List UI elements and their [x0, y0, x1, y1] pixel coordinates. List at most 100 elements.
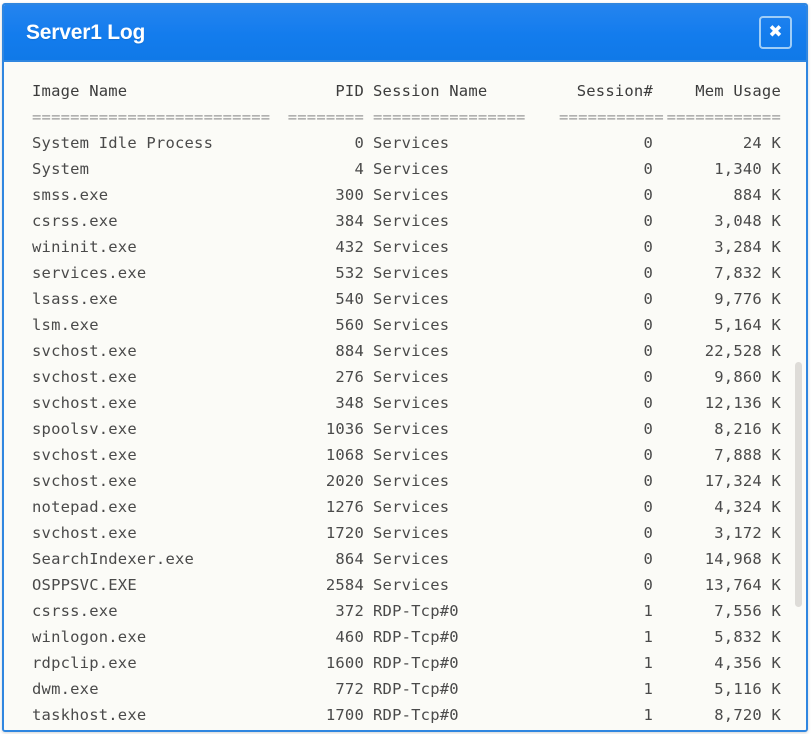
cell-mem-usage: 4,324 K [714, 498, 781, 516]
cell-image-name: OSPPSVC.EXE [32, 576, 137, 594]
cell-session-name: RDP-Tcp#0 [373, 706, 459, 724]
cell-session-number: 0 [643, 446, 653, 464]
close-icon[interactable]: ✖ [759, 16, 792, 49]
window-title: Server1 Log [26, 20, 146, 44]
cell-mem-usage: 1,340 K [714, 160, 781, 178]
cell-session-number: 0 [643, 498, 653, 516]
table-row: svchost.exe 884 Services 0 22,528 K [32, 338, 781, 364]
table-row: wininit.exe 432 Services 0 3,284 K [32, 234, 781, 260]
cell-mem-usage: 8,216 K [714, 420, 781, 438]
cell-mem-usage: 12,136 K [704, 394, 781, 412]
cell-session-name: Services [373, 264, 450, 282]
server-log-window: Server1 Log ✖ Image Name PID Session Name S… [2, 3, 808, 732]
cell-mem-usage: 14,968 K [704, 550, 781, 568]
cell-mem-usage: 17,324 K [704, 472, 781, 490]
cell-pid: 540 [335, 290, 364, 308]
cell-session-name: Services [373, 550, 450, 568]
cell-mem-usage: 13,764 K [704, 576, 781, 594]
table-body: System Idle Process 0 Services 0 24 K System 4… [32, 130, 781, 728]
cell-session-name: Services [373, 212, 450, 230]
cell-mem-usage: 884 K [733, 186, 781, 204]
table-row: winlogon.exe 460 RDP-Tcp#0 1 5,832 K [32, 624, 781, 650]
cell-session-number: 1 [643, 706, 653, 724]
cell-image-name: SearchIndexer.exe [32, 550, 195, 568]
cell-pid: 532 [335, 264, 364, 282]
cell-session-name: Services [373, 472, 450, 490]
table-row: lsm.exe 560 Services 0 5,164 K [32, 312, 781, 338]
window-titlebar: Server1 Log ✖ [4, 5, 806, 62]
cell-mem-usage: 3,048 K [714, 212, 781, 230]
table-row: svchost.exe 276 Services 0 9,860 K [32, 364, 781, 390]
cell-image-name: notepad.exe [32, 498, 137, 516]
console-output-area: Image Name PID Session Name Session# Mem Usa… [4, 62, 806, 730]
cell-image-name: spoolsv.exe [32, 420, 137, 438]
cell-session-name: Services [373, 368, 450, 386]
cell-image-name: svchost.exe [32, 472, 137, 490]
cell-pid: 384 [335, 212, 364, 230]
cell-mem-usage: 3,284 K [714, 238, 781, 256]
console-scrollbar[interactable] [794, 62, 803, 730]
column-header-mem-usage: Mem Usage [695, 82, 781, 100]
table-row: svchost.exe 1068 Services 0 7,888 K [32, 442, 781, 468]
cell-image-name: rdpclip.exe [32, 654, 137, 672]
cell-image-name: services.exe [32, 264, 147, 282]
cell-pid: 4 [354, 160, 364, 178]
cell-pid: 300 [335, 186, 364, 204]
cell-pid: 1720 [325, 524, 364, 542]
separator-pid: ======== [287, 108, 364, 126]
table-row: lsass.exe 540 Services 0 9,776 K [32, 286, 781, 312]
separator-image-name: ========================= [32, 108, 271, 126]
column-header-session-name: Session Name [373, 82, 488, 100]
cell-session-name: Services [373, 446, 450, 464]
cell-session-number: 1 [643, 654, 653, 672]
cell-pid: 884 [335, 342, 364, 360]
cell-session-name: Services [373, 238, 450, 256]
table-row: dwm.exe 772 RDP-Tcp#0 1 5,116 K [32, 676, 781, 702]
cell-session-number: 0 [643, 420, 653, 438]
cell-session-number: 0 [643, 576, 653, 594]
cell-pid: 2020 [325, 472, 364, 490]
cell-image-name: smss.exe [32, 186, 109, 204]
cell-session-number: 0 [643, 134, 653, 152]
cell-image-name: svchost.exe [32, 446, 137, 464]
separator-session-number: =========== [559, 108, 664, 126]
cell-session-number: 0 [643, 238, 653, 256]
cell-session-number: 0 [643, 212, 653, 230]
table-header-row: Image Name PID Session Name Session# Mem Usa… [32, 78, 781, 104]
cell-session-name: RDP-Tcp#0 [373, 654, 459, 672]
cell-pid: 1276 [325, 498, 364, 516]
cell-mem-usage: 9,860 K [714, 368, 781, 386]
cell-session-name: Services [373, 316, 450, 334]
cell-mem-usage: 7,888 K [714, 446, 781, 464]
cell-mem-usage: 5,832 K [714, 628, 781, 646]
table-row: smss.exe 300 Services 0 884 K [32, 182, 781, 208]
cell-session-name: Services [373, 498, 450, 516]
scrollbar-thumb[interactable] [795, 362, 802, 607]
cell-pid: 0 [354, 134, 364, 152]
table-row: svchost.exe 348 Services 0 12,136 K [32, 390, 781, 416]
cell-session-name: RDP-Tcp#0 [373, 602, 459, 620]
cell-session-number: 1 [643, 602, 653, 620]
cell-session-number: 0 [643, 290, 653, 308]
cell-mem-usage: 3,172 K [714, 524, 781, 542]
column-header-image-name: Image Name [32, 82, 128, 100]
cell-pid: 1036 [325, 420, 364, 438]
cell-image-name: System Idle Process [32, 134, 214, 152]
cell-image-name: dwm.exe [32, 680, 99, 698]
cell-pid: 348 [335, 394, 364, 412]
cell-session-name: RDP-Tcp#0 [373, 628, 459, 646]
cell-image-name: csrss.exe [32, 212, 118, 230]
cell-pid: 1700 [325, 706, 364, 724]
table-row: System 4 Services 0 1,340 K [32, 156, 781, 182]
cell-session-number: 0 [643, 394, 653, 412]
table-row: spoolsv.exe 1036 Services 0 8,216 K [32, 416, 781, 442]
cell-mem-usage: 5,116 K [714, 680, 781, 698]
column-header-pid: PID [335, 82, 364, 100]
cell-session-name: Services [373, 342, 450, 360]
table-row: notepad.exe 1276 Services 0 4,324 K [32, 494, 781, 520]
cell-mem-usage: 8,720 K [714, 706, 781, 724]
cell-mem-usage: 4,356 K [714, 654, 781, 672]
cell-pid: 2584 [325, 576, 364, 594]
separator-session-name: ================ [373, 108, 526, 126]
table-row: svchost.exe 2020 Services 0 17,324 K [32, 468, 781, 494]
